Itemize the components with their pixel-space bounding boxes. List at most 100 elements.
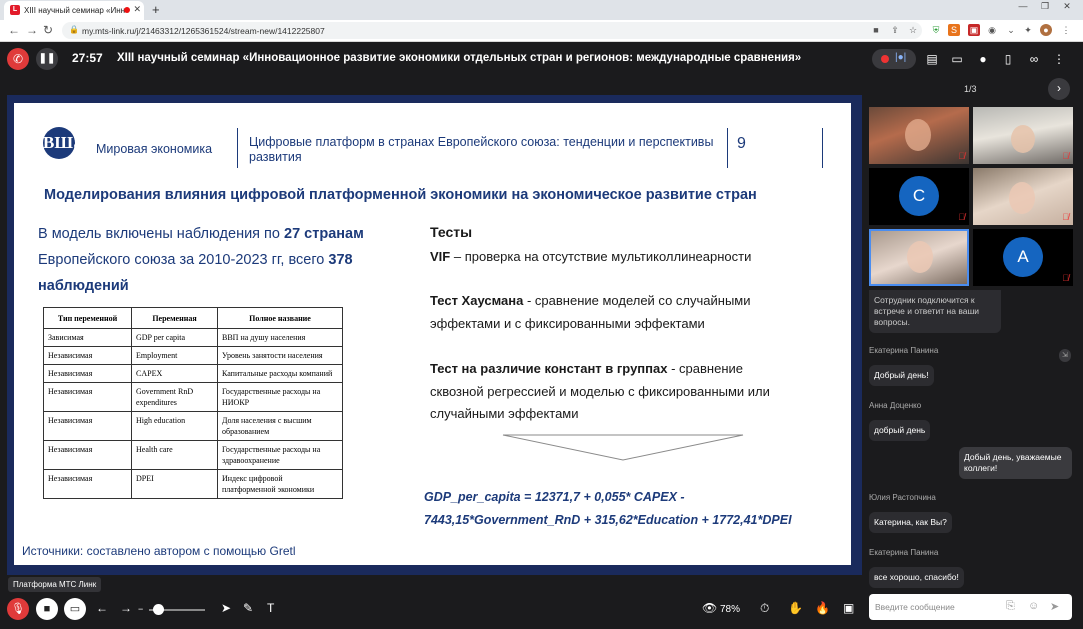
reload-icon[interactable]: ↻ — [43, 23, 53, 37]
test-name: Тест на различие констант в группах — [430, 361, 668, 376]
raise-hand-icon[interactable]: ✋ — [788, 601, 803, 615]
chat-author: Юлия Растопчина — [869, 493, 936, 502]
participant-video-tile[interactable]: C 🎙̸ — [869, 168, 969, 225]
table-header-row: Тип переменной Переменная Полное названи… — [43, 307, 343, 329]
model-intro-text: В модель включены наблюдения по 27 стран… — [38, 221, 398, 299]
table-cell: Государственные расходы на НИОКР — [217, 382, 343, 412]
url-field[interactable]: 🔒 my.mts-link.ru/j/21463312/1265361524/s… — [62, 22, 922, 39]
table-cell: ВВП на душу населения — [217, 328, 343, 347]
puzzle-extensions-icon[interactable]: ✦ — [1022, 24, 1034, 36]
participant-video-tile[interactable]: 🎙̸ — [973, 107, 1073, 164]
participant-video-tile[interactable]: A 🎙̸ — [973, 229, 1073, 286]
timer-icon[interactable]: ⏱ — [760, 601, 769, 616]
table-cell: Health care — [131, 440, 218, 470]
profile-avatar[interactable]: ● — [1040, 24, 1052, 36]
recording-indicator-icon — [124, 7, 130, 13]
recording-status-icon: |●| — [895, 52, 907, 63]
text-tool-icon[interactable]: T — [267, 601, 274, 615]
table-cell: Зависимая — [43, 328, 132, 347]
table-cell: Employment — [131, 346, 218, 365]
minimize-icon[interactable]: — — [1016, 1, 1030, 13]
layout-icon[interactable]: ▤ — [924, 51, 940, 67]
table-row: Независимая DPEI Индекс цифровой платформе… — [43, 469, 343, 499]
table-row: Зависимая GDP per capita ВВП на душу насел… — [43, 328, 343, 347]
participant-avatar: A — [1003, 237, 1043, 277]
participant-face — [1009, 182, 1035, 214]
brand-tooltip: Платформа МТС Линк — [8, 577, 102, 592]
emoji-icon[interactable]: ☺ — [1028, 600, 1039, 612]
zoom-slider-handle[interactable] — [153, 604, 164, 615]
mic-muted-button[interactable]: 🎙 — [7, 598, 29, 620]
header-divider — [727, 128, 728, 168]
viewers-eye-icon: 👁 — [702, 601, 718, 615]
participant-video-tile[interactable]: 🎙̸ — [869, 107, 969, 164]
test-description: – проверка на отсутствие мультиколлинеар… — [450, 249, 752, 264]
table-row: Независимая CAPEX Капитальные расходы комп… — [43, 364, 343, 383]
muted-mic-icon: 🎙̸ — [1062, 212, 1069, 222]
previous-slide-icon[interactable]: ← — [96, 601, 108, 615]
address-bar: ← → ↻ 🔒 my.mts-link.ru/j/21463312/126536… — [0, 20, 1083, 42]
url-text: my.mts-link.ru/j/21463312/1265361524/str… — [82, 26, 325, 36]
header-divider — [237, 128, 238, 168]
table-cell: Независимая — [43, 440, 132, 470]
reactions-icon[interactable]: 🔥 — [815, 601, 830, 615]
chat-input[interactable]: Введите сообщение ⎘ ☺ ➤ — [869, 594, 1072, 620]
recording-control[interactable]: |●| — [872, 49, 916, 69]
table-cell: CAPEX — [131, 364, 218, 383]
screen-share-button[interactable]: ▭ — [64, 598, 86, 620]
pause-button[interactable]: ❚❚ — [36, 48, 58, 70]
new-tab-button[interactable]: + — [152, 2, 160, 17]
participant-video-tile[interactable]: 🎙̸ — [973, 168, 1073, 225]
bookmark-star-icon[interactable]: ☆ — [907, 24, 919, 36]
browser-menu-icon[interactable]: ⋮ — [1060, 24, 1072, 36]
forward-icon[interactable]: → — [26, 23, 38, 37]
participants-page-indicator: 1/3 — [964, 84, 977, 94]
attach-icon[interactable]: ⎘ — [1006, 600, 1015, 613]
back-icon[interactable]: ← — [8, 23, 20, 37]
pen-tool-icon[interactable]: ✎ — [243, 601, 253, 615]
extension-icon[interactable]: ◉ — [986, 24, 998, 36]
test-name: VIF — [430, 249, 451, 264]
slide-course-name: Мировая экономика — [96, 142, 213, 156]
zoom-out-icon[interactable]: − — [138, 604, 143, 614]
slide-subtitle: Цифровые платформ в странах Европейского… — [249, 135, 714, 164]
more-menu-icon[interactable]: ⋮ — [1051, 51, 1067, 67]
download-icon[interactable]: ⌄ — [1005, 24, 1017, 36]
chat-message: добрый день — [869, 420, 931, 441]
regression-formula: GDP_per_capita = 12371,7 + 0,055* CAPEX … — [424, 486, 834, 532]
table-cell: GDP per capita — [131, 328, 218, 347]
close-tab-icon[interactable]: ✕ — [133, 4, 141, 15]
maximize-icon[interactable]: ❐ — [1038, 1, 1052, 13]
camera-permission-icon[interactable]: ■ — [870, 24, 882, 36]
intro-text: В модель включены наблюдения по — [38, 226, 285, 242]
table-row: Независимая Employment Уровень занятости н… — [43, 346, 343, 365]
camera-button[interactable]: ■ — [36, 598, 58, 620]
extension-icon[interactable]: ▣ — [968, 24, 980, 36]
table-cell: Индекс цифровой платформенной экономики — [217, 469, 343, 499]
pointer-tool-icon[interactable]: ➤ — [221, 601, 231, 615]
extension-icon[interactable]: S — [948, 24, 960, 36]
table-cell: Государственные расходы на здравоохранен… — [217, 440, 343, 470]
intro-text: Европейского союза за 2010-2023 гг, всег… — [38, 252, 329, 268]
files-icon[interactable]: ▯ — [1000, 51, 1016, 67]
share-icon[interactable]: ⇪ — [889, 24, 901, 36]
webinar-title: XIII научный семинар «Инновационное разв… — [117, 52, 802, 64]
next-slide-icon[interactable]: → — [120, 601, 132, 615]
chat-icon[interactable]: ▭ — [949, 51, 965, 67]
down-arrow-shape — [502, 434, 744, 461]
browser-tab[interactable]: L XIII научный семинар «Инн ✕ — [4, 1, 144, 20]
chat-scroll-icon[interactable]: ⇲ — [1059, 349, 1071, 362]
leave-call-button[interactable]: ✆ — [7, 48, 29, 70]
variables-table: Тип переменной Переменная Полное названи… — [43, 307, 343, 499]
chat-message: все хорошо, спасибо! — [869, 567, 964, 588]
test-vif: VIF – проверка на отсутствие мультиколли… — [430, 246, 800, 269]
table-row: Независимая High education Доля населения … — [43, 411, 343, 441]
link-icon[interactable]: ∞ — [1026, 51, 1042, 67]
participants-icon[interactable]: ● — [975, 51, 991, 67]
close-window-icon[interactable]: ✕ — [1060, 1, 1074, 13]
next-page-button[interactable]: › — [1048, 78, 1070, 100]
shield-extension-icon[interactable]: ⛨ — [930, 24, 942, 36]
participant-video-tile-active[interactable] — [869, 229, 969, 286]
fullscreen-icon[interactable]: ▣ — [843, 601, 854, 615]
send-icon[interactable]: ➤ — [1050, 600, 1059, 613]
